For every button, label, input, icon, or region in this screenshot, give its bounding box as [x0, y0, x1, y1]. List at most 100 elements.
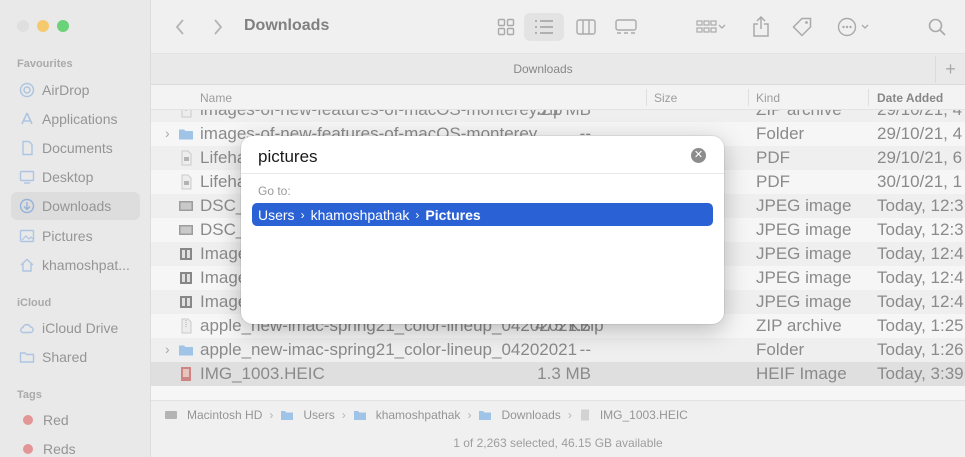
column-divider[interactable]	[646, 89, 647, 106]
share-button[interactable]	[749, 13, 773, 41]
file-date: Today, 12:4	[877, 268, 964, 287]
column-divider[interactable]	[748, 89, 749, 106]
pdf-file-icon	[178, 174, 194, 190]
column-size[interactable]: Size	[654, 91, 677, 105]
suggestion-segment: Users	[258, 206, 295, 223]
sidebar-item-label: Shared	[42, 349, 88, 365]
sidebar-heading-icloud: iCloud	[17, 297, 52, 309]
airdrop-icon	[18, 82, 36, 98]
image-file-icon	[178, 222, 194, 238]
path-segment[interactable]: Users	[280, 407, 335, 422]
sidebar-item-applications[interactable]: Applications	[11, 105, 140, 133]
sidebar-item-desktop[interactable]: Desktop	[11, 163, 140, 191]
sidebar-item-label: khamoshpat...	[42, 257, 130, 273]
sidebar-item-label: Downloads	[42, 198, 112, 214]
forward-button[interactable]	[209, 13, 227, 41]
column-divider[interactable]	[868, 89, 869, 106]
group-by-button[interactable]	[691, 13, 731, 41]
path-segment[interactable]: khamoshpathak	[353, 408, 460, 422]
zoom-button[interactable]	[57, 20, 69, 32]
columns-icon	[576, 19, 596, 35]
path-segment-label: Users	[303, 407, 335, 422]
sidebar-item-icloud-drive[interactable]: iCloud Drive	[11, 314, 140, 342]
toolbar: Downloads	[151, 0, 965, 54]
disclosure-chevron-icon[interactable]: ›	[165, 125, 170, 141]
document-icon	[18, 140, 36, 156]
red-tag-dot-icon	[23, 415, 33, 425]
path-segment[interactable]: Macintosh HD	[164, 408, 262, 422]
shared-folder-icon	[18, 349, 36, 365]
clear-input-button[interactable]: ✕	[691, 148, 706, 163]
gallery-view-button[interactable]	[611, 13, 641, 41]
close-button[interactable]	[17, 20, 29, 32]
sidebar-item-tag-reds[interactable]: Reds	[11, 435, 140, 457]
sidebar-heading-tags: Tags	[17, 389, 42, 401]
column-kind[interactable]: Kind	[756, 91, 780, 105]
path-segment-label: IMG_1003.HEIC	[599, 407, 688, 422]
sidebar-item-airdrop[interactable]: AirDrop	[11, 76, 140, 104]
share-icon	[753, 16, 769, 37]
search-button[interactable]	[925, 13, 949, 41]
file-date: 29/10/21, 4	[877, 124, 963, 143]
group-grid-icon	[696, 20, 726, 33]
image2-file-icon	[178, 294, 194, 310]
downloads-icon	[18, 198, 36, 214]
tag-button[interactable]	[789, 13, 815, 41]
go-to-folder-input[interactable]	[258, 145, 678, 169]
path-segment[interactable]: Downloads	[478, 407, 561, 422]
red-tag-dot-icon	[23, 444, 33, 454]
back-button[interactable]	[171, 13, 189, 41]
folder-icon	[353, 409, 371, 421]
zip-file-icon	[178, 110, 194, 118]
sidebar: Favourites AirDrop Applications Document…	[0, 0, 151, 457]
sidebar-item-tag-red[interactable]: Red	[11, 406, 140, 434]
column-name[interactable]: Name	[200, 91, 232, 105]
file-date: 30/10/21, 1	[877, 172, 963, 191]
window-title: Downloads	[244, 17, 330, 34]
path-segment[interactable]: IMG_1003.HEIC	[579, 408, 688, 422]
finder-window: Favourites AirDrop Applications Document…	[0, 0, 965, 457]
more-options-icon	[837, 17, 869, 37]
file-row[interactable]: IMG_1003.HEIC 1.3 MB HEIF Image Today, 3:39	[151, 362, 965, 386]
icon-view-button[interactable]	[491, 13, 521, 41]
folder-icon	[478, 409, 496, 421]
file-date: 29/10/21, 4	[877, 110, 962, 120]
go-to-label: Go to:	[258, 184, 291, 198]
minimize-button[interactable]	[37, 20, 49, 32]
column-date-added[interactable]: Date Added	[877, 91, 943, 105]
sidebar-item-label: Reds	[43, 441, 76, 457]
file-date: Today, 12:3	[877, 220, 964, 239]
tag-icon	[792, 17, 812, 37]
sidebar-item-label: iCloud Drive	[42, 320, 119, 336]
sidebar-item-label: Pictures	[42, 228, 93, 244]
action-menu-button[interactable]	[834, 13, 874, 41]
file-kind: Folder	[756, 340, 805, 359]
sidebar-item-shared[interactable]: Shared	[11, 343, 140, 371]
file-name: images-of-new-features-of-macOS-monterey…	[200, 110, 562, 120]
file-size: 1.3 MB	[537, 364, 591, 383]
file-row[interactable]: › apple_new-imac-spring21_color-lineup_04…	[151, 338, 965, 362]
sidebar-item-pictures[interactable]: Pictures	[11, 222, 140, 250]
new-tab-button[interactable]: +	[935, 56, 965, 83]
go-to-folder-dialog: ✕ Go to: Users › khamoshpathak › Picture…	[241, 136, 724, 324]
disclosure-chevron-icon[interactable]: ›	[165, 341, 170, 357]
tab-downloads[interactable]: Downloads	[151, 62, 935, 76]
list-view-button[interactable]	[524, 13, 564, 41]
pdf-file-icon	[178, 150, 194, 166]
image2-file-icon	[178, 246, 194, 262]
folder-file-icon	[178, 126, 194, 142]
sidebar-item-label: Documents	[42, 140, 113, 156]
zip-file-icon	[178, 318, 194, 334]
path-segment-label: Downloads	[501, 407, 561, 422]
file-name: DSC_	[200, 196, 246, 215]
file-kind: HEIF Image	[756, 364, 847, 383]
sidebar-item-home[interactable]: khamoshpat...	[11, 251, 140, 279]
file-date: 29/10/21, 6	[877, 148, 963, 167]
suggestion-item[interactable]: Users › khamoshpathak › Pictures	[252, 203, 713, 226]
sidebar-item-downloads[interactable]: Downloads	[11, 192, 140, 220]
chevron-right-icon: ›	[415, 207, 420, 222]
drive-icon	[164, 409, 182, 421]
file-row[interactable]: images-of-new-features-of-macOS-monterey…	[151, 110, 965, 122]
column-view-button[interactable]	[571, 13, 601, 41]
sidebar-item-documents[interactable]: Documents	[11, 134, 140, 162]
